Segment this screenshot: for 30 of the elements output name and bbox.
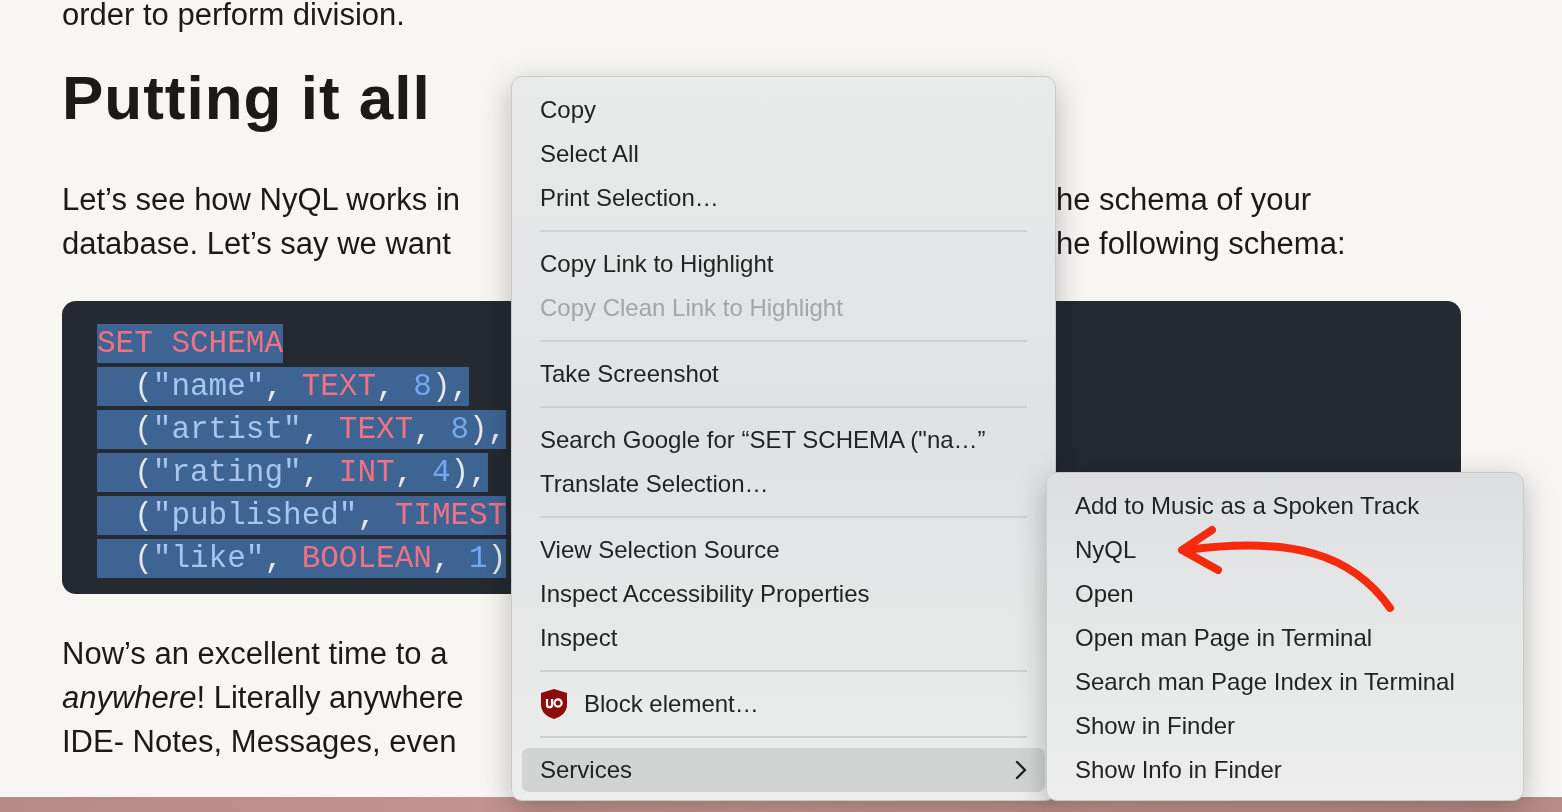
menu-item[interactable]: View Selection Source xyxy=(522,528,1045,572)
menu-item[interactable]: Block element… xyxy=(522,682,1045,726)
paragraph-line: database. Let’s say we want xyxy=(62,226,451,261)
paragraph-line: Now’s an excellent time to a xyxy=(62,635,448,673)
menu-item[interactable]: Search man Page Index in Terminal xyxy=(1057,660,1513,704)
menu-item[interactable]: Open man Page in Terminal xyxy=(1057,616,1513,660)
menu-item[interactable]: Inspect Accessibility Properties xyxy=(522,572,1045,616)
menu-item[interactable]: NyQL xyxy=(1057,528,1513,572)
menu-item[interactable]: Add to Music as a Spoken Track xyxy=(1057,484,1513,528)
paragraph-line: he following schema: xyxy=(1056,225,1346,263)
menu-item[interactable]: Select All xyxy=(522,132,1045,176)
menu-item[interactable]: Translate Selection… xyxy=(522,462,1045,506)
menu-item[interactable]: Open xyxy=(1057,572,1513,616)
menu-item[interactable]: Take Screenshot xyxy=(522,352,1045,396)
section-heading: Putting it all xyxy=(62,66,431,130)
paragraph-line: anywhere! Literally anywhere xyxy=(62,679,464,717)
paragraph-line: IDE- Notes, Messages, even xyxy=(62,723,457,761)
menu-item[interactable]: Copy Link to Highlight xyxy=(522,242,1045,286)
menu-item[interactable]: Search Google for “SET SCHEMA ("na…” xyxy=(522,418,1045,462)
shield-icon xyxy=(540,688,568,720)
paragraph-line: he schema of your xyxy=(1056,181,1312,219)
menu-item[interactable]: Inspect xyxy=(522,616,1045,660)
paragraph-line: order to perform division. xyxy=(62,0,405,30)
menu-item[interactable]: Show in Finder xyxy=(1057,704,1513,748)
chevron-right-icon xyxy=(1015,760,1027,780)
submenu-item[interactable]: Services xyxy=(522,748,1045,792)
menu-item[interactable]: Print Selection… xyxy=(522,176,1045,220)
menu-item[interactable]: Show Info in Finder xyxy=(1057,748,1513,792)
menu-item[interactable]: Copy xyxy=(522,88,1045,132)
paragraph-line: Let’s see how NyQL works in xyxy=(62,182,460,217)
